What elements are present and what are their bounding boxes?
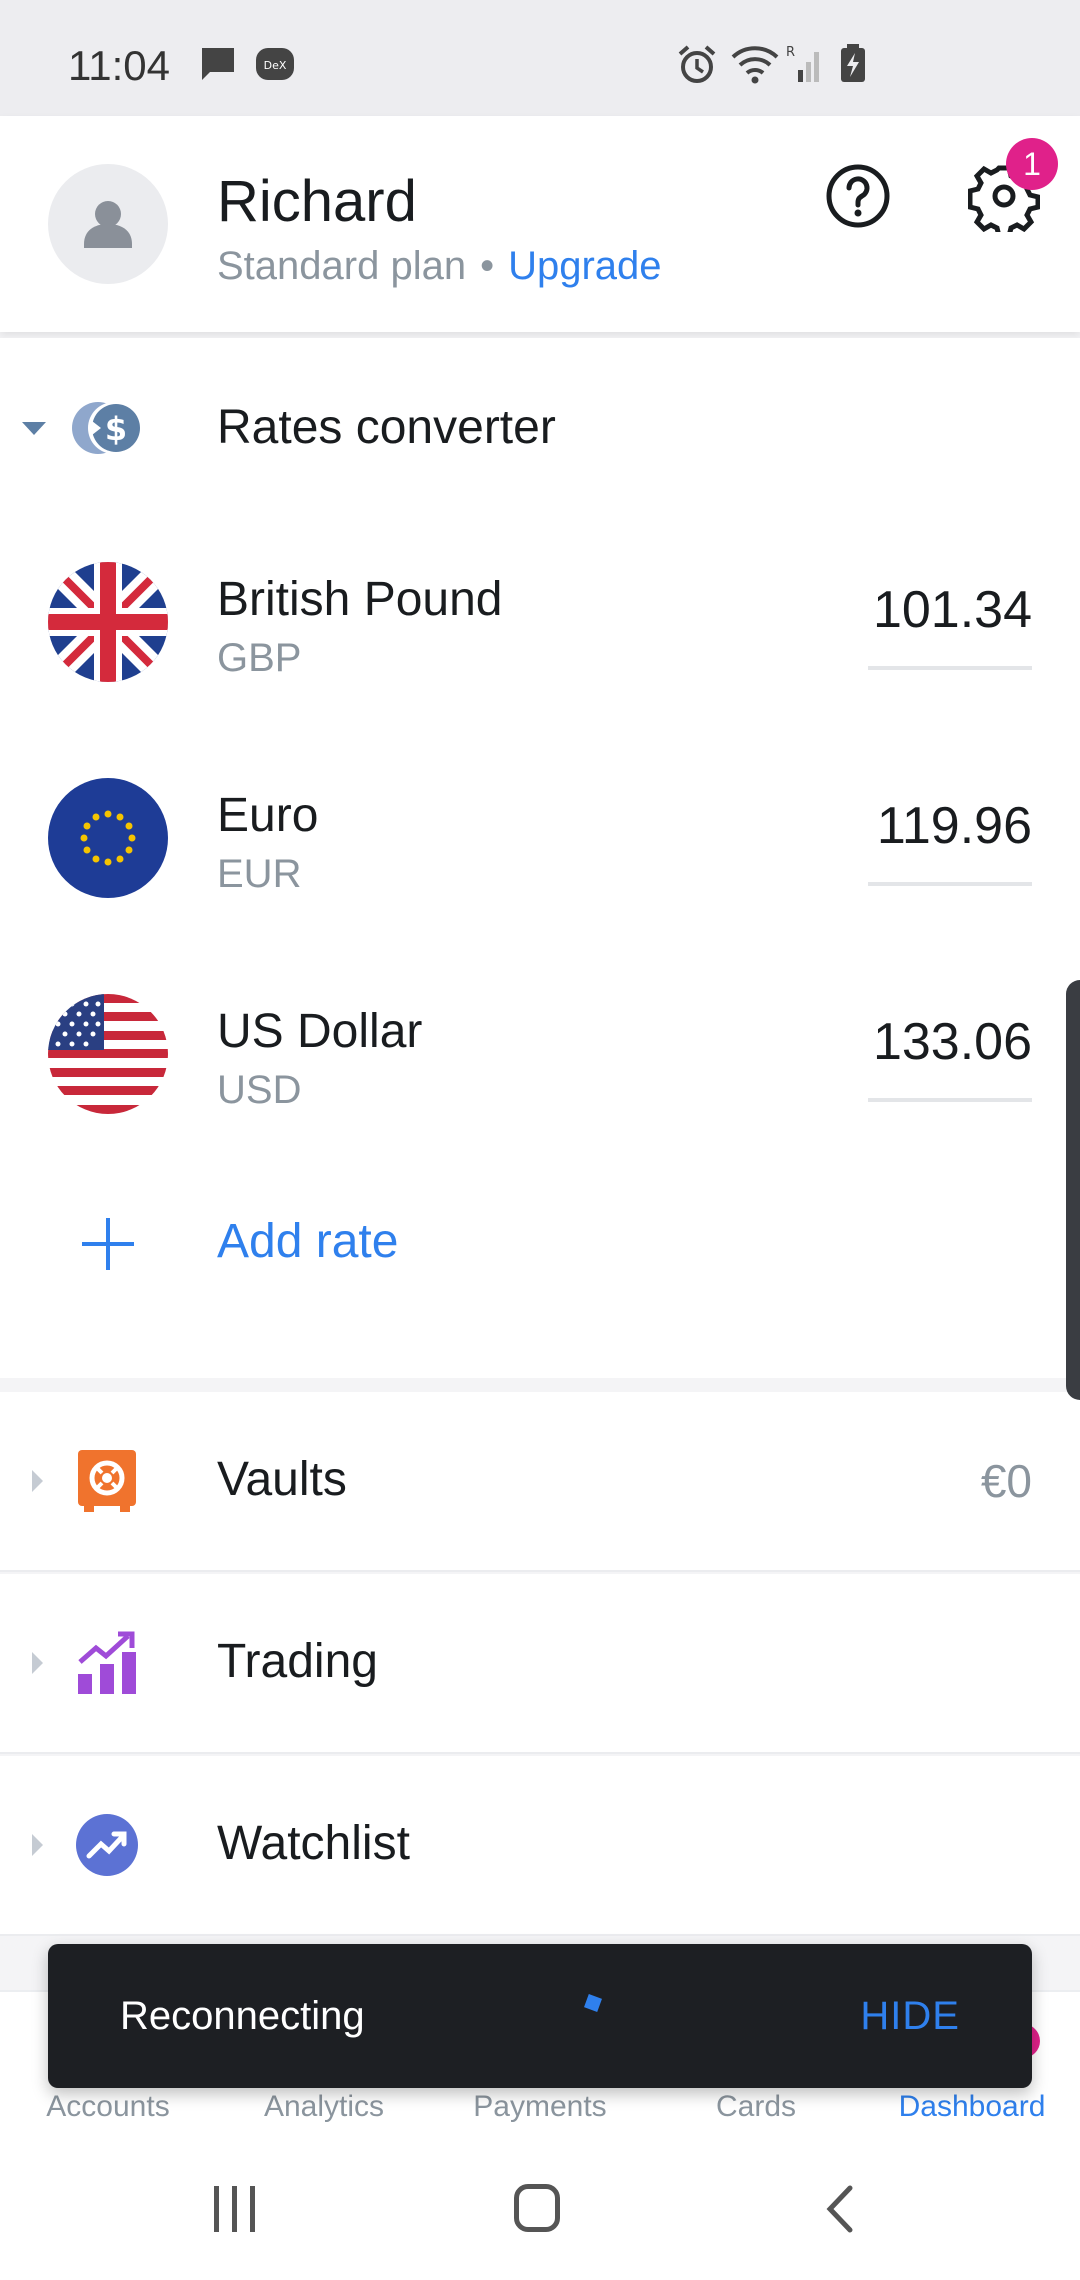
us-flag-icon	[48, 994, 168, 1114]
wifi-icon	[731, 46, 779, 84]
plus-icon	[82, 1218, 134, 1270]
input-underline	[868, 1098, 1032, 1102]
currency-row-usd[interactable]: US Dollar USD 133.06	[0, 970, 1080, 1150]
watchlist-icon	[76, 1814, 138, 1876]
uk-flag-icon	[48, 562, 168, 682]
rates-converter-title[interactable]: Rates converter	[217, 400, 556, 455]
trading-icon	[78, 1631, 136, 1694]
add-rate-label: Add rate	[217, 1215, 399, 1268]
currency-name: Euro	[217, 789, 319, 842]
home-icon[interactable]	[514, 2184, 560, 2232]
tab-accounts[interactable]: Accounts	[0, 2090, 216, 2124]
plan-label: Standard plan	[217, 244, 467, 288]
currency-amount-input[interactable]: 101.34	[868, 580, 1032, 640]
message-icon	[202, 48, 234, 80]
tab-dashboard[interactable]: Dashboard	[864, 2090, 1080, 2124]
section-watchlist[interactable]: Watchlist	[0, 1756, 1080, 1936]
section-title: Vaults	[217, 1453, 347, 1506]
section-trading[interactable]: Trading	[0, 1574, 1080, 1754]
status-bar: 11:04 DeX R	[0, 0, 1080, 116]
dex-icon: DeX	[256, 48, 294, 80]
status-time: 11:04	[68, 42, 170, 89]
alarm-icon	[678, 45, 716, 83]
input-underline	[868, 882, 1032, 886]
plan-line: Standard plan • Upgrade	[217, 244, 662, 289]
system-nav-bar	[0, 2140, 1080, 2280]
currency-code: EUR	[217, 852, 302, 896]
collapse-caret-icon[interactable]	[22, 422, 46, 435]
currency-amount-input[interactable]: 133.06	[868, 1012, 1032, 1072]
avatar[interactable]	[48, 164, 168, 284]
upgrade-link[interactable]: Upgrade	[508, 244, 661, 288]
input-underline	[868, 666, 1032, 670]
rates-converter-icon: $	[72, 402, 140, 454]
hide-button[interactable]: HIDE	[860, 1994, 960, 2039]
user-name: Richard	[217, 169, 417, 234]
profile-header: Richard Standard plan • Upgrade 1	[0, 116, 1080, 332]
currency-name: US Dollar	[217, 1005, 423, 1058]
currency-amount-input[interactable]: 119.96	[868, 796, 1032, 856]
loading-spinner-icon	[584, 1994, 602, 2012]
add-rate-button[interactable]: Add rate	[0, 1188, 1080, 1298]
tab-analytics[interactable]: Analytics	[216, 2090, 432, 2124]
back-icon[interactable]	[820, 2184, 860, 2234]
rates-converter-card: $ Rates converter British Pound GBP 101.…	[0, 338, 1080, 1378]
svg-text:$: $	[105, 410, 127, 448]
scroll-handle[interactable]	[1066, 980, 1080, 1400]
currency-row-eur[interactable]: Euro EUR 119.96	[0, 754, 1080, 934]
section-title: Watchlist	[217, 1817, 410, 1870]
signal-icon: R	[786, 45, 819, 82]
help-icon[interactable]	[822, 160, 894, 232]
tab-payments[interactable]: Payments	[432, 2090, 648, 2124]
expand-caret-icon	[32, 1470, 43, 1492]
expand-caret-icon	[32, 1834, 43, 1856]
plan-separator: •	[480, 244, 495, 288]
reconnecting-snackbar: Reconnecting HIDE	[48, 1944, 1032, 2088]
svg-text:DeX: DeX	[264, 59, 287, 72]
currency-row-gbp[interactable]: British Pound GBP 101.34	[0, 538, 1080, 718]
currency-name: British Pound	[217, 573, 503, 626]
section-value: €0	[980, 1455, 1032, 1507]
section-vaults[interactable]: Vaults €0	[0, 1392, 1080, 1572]
currency-code: GBP	[217, 636, 302, 680]
tab-cards[interactable]: Cards	[648, 2090, 864, 2124]
user-icon	[84, 201, 132, 248]
notification-badge: 1	[1006, 138, 1058, 190]
battery-icon	[841, 44, 865, 82]
currency-code: USD	[217, 1068, 302, 1112]
svg-text:R: R	[786, 45, 795, 60]
snackbar-message: Reconnecting	[120, 1994, 365, 2038]
vault-icon	[78, 1450, 136, 1512]
expand-caret-icon	[32, 1652, 43, 1674]
eu-flag-icon	[48, 778, 168, 898]
section-title: Trading	[217, 1635, 378, 1688]
recents-icon[interactable]	[210, 2186, 260, 2232]
